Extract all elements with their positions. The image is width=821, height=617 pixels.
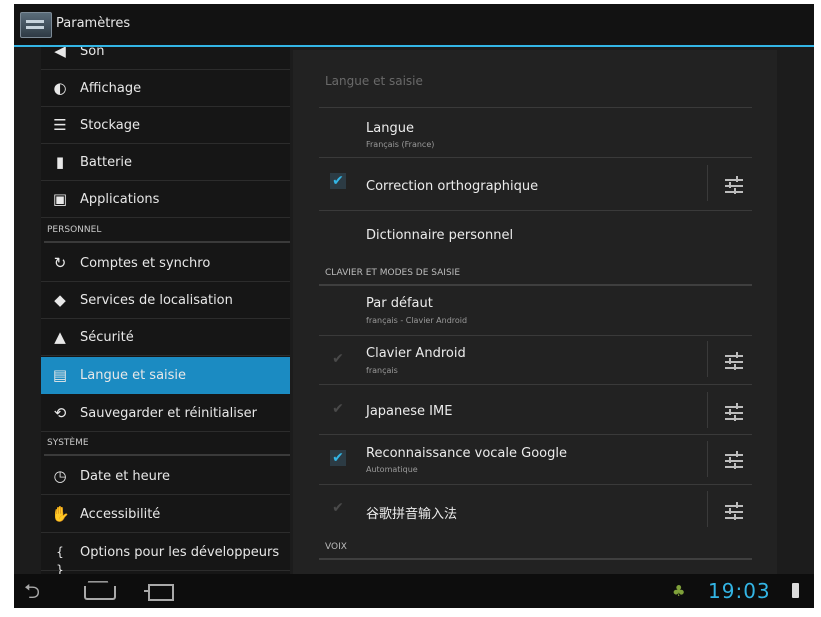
divider (319, 558, 752, 560)
app-title: Paramètres (56, 16, 131, 31)
divider (319, 157, 752, 158)
apps-icon: ▣ (52, 190, 68, 208)
sidebar-item-location[interactable]: ◆ Services de localisation (41, 282, 290, 319)
android-notification-icon[interactable]: ♣ (672, 582, 688, 600)
divider (319, 434, 752, 435)
sidebar-item-display[interactable]: ◐ Affichage (41, 70, 290, 107)
section-header-keyboard: CLAVIER ET MODES DE SAISIE (325, 268, 461, 278)
row-subtitle: français (366, 366, 398, 375)
sidebar-item-language[interactable]: ▤ Langue et saisie (41, 357, 290, 394)
row-subtitle: Français (France) (366, 140, 435, 149)
spellcheck-checkbox[interactable]: ✔ (330, 173, 346, 189)
google-voice-checkbox[interactable]: ✔ (330, 450, 346, 466)
settings-detail-pane: Langue et saisie Langue Français (France… (293, 50, 777, 574)
divider (319, 284, 752, 286)
row-title: Par défaut (366, 296, 433, 311)
speaker-icon: ◀ (54, 47, 66, 60)
battery-status-icon (792, 583, 799, 598)
spellcheck-settings-icon[interactable] (723, 175, 745, 197)
android-keyboard-settings-icon[interactable] (723, 351, 745, 373)
vertical-divider (707, 165, 708, 201)
google-voice-settings-icon[interactable] (723, 450, 745, 472)
japanese-ime-checkbox[interactable]: ✔ (330, 401, 346, 417)
settings-screen: Paramètres ◀ Son ◐ Affichage ☰ Stockage … (14, 4, 814, 608)
row-title: Correction orthographique (366, 179, 539, 194)
sidebar-item-label: Options pour les développeurs (80, 545, 280, 560)
status-clock[interactable]: 19:03 (708, 579, 771, 603)
divider (319, 384, 752, 385)
sidebar-item-label: Langue et saisie (80, 368, 187, 383)
divider (319, 107, 752, 108)
backup-icon: ⟲ (53, 404, 67, 422)
settings-app-icon[interactable] (20, 12, 52, 38)
hand-icon: ✋ (51, 505, 70, 523)
braces-icon: { } (56, 545, 64, 574)
vertical-divider (707, 441, 708, 477)
home-icon[interactable] (84, 586, 116, 600)
sidebar-item-storage[interactable]: ☰ Stockage (41, 107, 290, 144)
action-bar: Paramètres (14, 4, 814, 47)
pinyin-checkbox[interactable]: ✔ (330, 500, 346, 516)
section-header-personal: PERSONNEL (44, 221, 290, 243)
sidebar-item-label: Stockage (80, 118, 140, 133)
row-title: Dictionnaire personnel (366, 228, 514, 243)
sidebar-item-backup[interactable]: ⟲ Sauvegarder et réinitialiser (41, 395, 290, 432)
vertical-divider (707, 341, 708, 377)
recent-apps-icon[interactable] (144, 584, 174, 601)
sidebar-item-label: Services de localisation (80, 293, 233, 308)
row-subtitle: Automatique (366, 465, 418, 474)
back-icon[interactable]: ⮌ (24, 581, 64, 601)
clock-icon: ◷ (53, 467, 67, 485)
sidebar-item-developer[interactable]: { } Options pour les développeurs (41, 534, 290, 574)
vertical-divider (707, 392, 708, 428)
settings-sidebar: ◀ Son ◐ Affichage ☰ Stockage ▮ Batterie … (41, 47, 290, 574)
sync-icon: ↻ (53, 254, 67, 272)
japanese-ime-settings-icon[interactable] (723, 402, 745, 424)
row-title: Reconnaissance vocale Google (366, 446, 567, 461)
sidebar-item-security[interactable]: ▲ Sécurité (41, 319, 290, 356)
row-title: 谷歌拼音输入法 (366, 507, 458, 522)
row-title: Japanese IME (366, 404, 453, 419)
keyboard-icon: ▤ (52, 366, 68, 384)
row-title: Langue (366, 121, 414, 136)
sidebar-item-apps[interactable]: ▣ Applications (41, 181, 290, 218)
sidebar-item-label: Affichage (80, 81, 142, 96)
pinyin-settings-icon[interactable] (723, 501, 745, 523)
sidebar-item-label: Date et heure (80, 469, 170, 484)
storage-icon: ☰ (53, 116, 67, 134)
sidebar-item-accessibility[interactable]: ✋ Accessibilité (41, 496, 290, 533)
divider (319, 484, 752, 485)
sidebar-item-label: Applications (80, 192, 160, 207)
divider (319, 335, 752, 336)
system-nav-bar: ⮌ ♣ 19:03 (14, 574, 814, 608)
sidebar-item-label: Comptes et synchro (80, 256, 211, 271)
battery-icon: ▮ (55, 153, 65, 171)
vertical-divider (707, 491, 708, 527)
sidebar-item-label: Accessibilité (80, 507, 161, 522)
section-header-system: SYSTÈME (44, 434, 290, 456)
brightness-icon: ◐ (53, 79, 67, 97)
lock-icon: ▲ (54, 328, 66, 346)
sidebar-item-label: Son (80, 47, 105, 59)
sidebar-item-sound[interactable]: ◀ Son (41, 47, 290, 70)
sidebar-item-accounts[interactable]: ↻ Comptes et synchro (41, 245, 290, 282)
row-title: Clavier Android (366, 346, 466, 361)
sidebar-item-label: Batterie (80, 155, 133, 170)
location-icon: ◆ (54, 291, 66, 309)
row-subtitle: français - Clavier Android (366, 316, 468, 325)
divider (319, 210, 752, 211)
android-keyboard-checkbox[interactable]: ✔ (330, 351, 346, 367)
page-title: Langue et saisie (325, 74, 423, 88)
sidebar-item-label: Sauvegarder et réinitialiser (80, 406, 257, 421)
sidebar-item-battery[interactable]: ▮ Batterie (41, 144, 290, 181)
sidebar-item-date-time[interactable]: ◷ Date et heure (41, 458, 290, 495)
sidebar-item-label: Sécurité (80, 330, 134, 345)
section-header-voice: VOIX (325, 542, 347, 552)
